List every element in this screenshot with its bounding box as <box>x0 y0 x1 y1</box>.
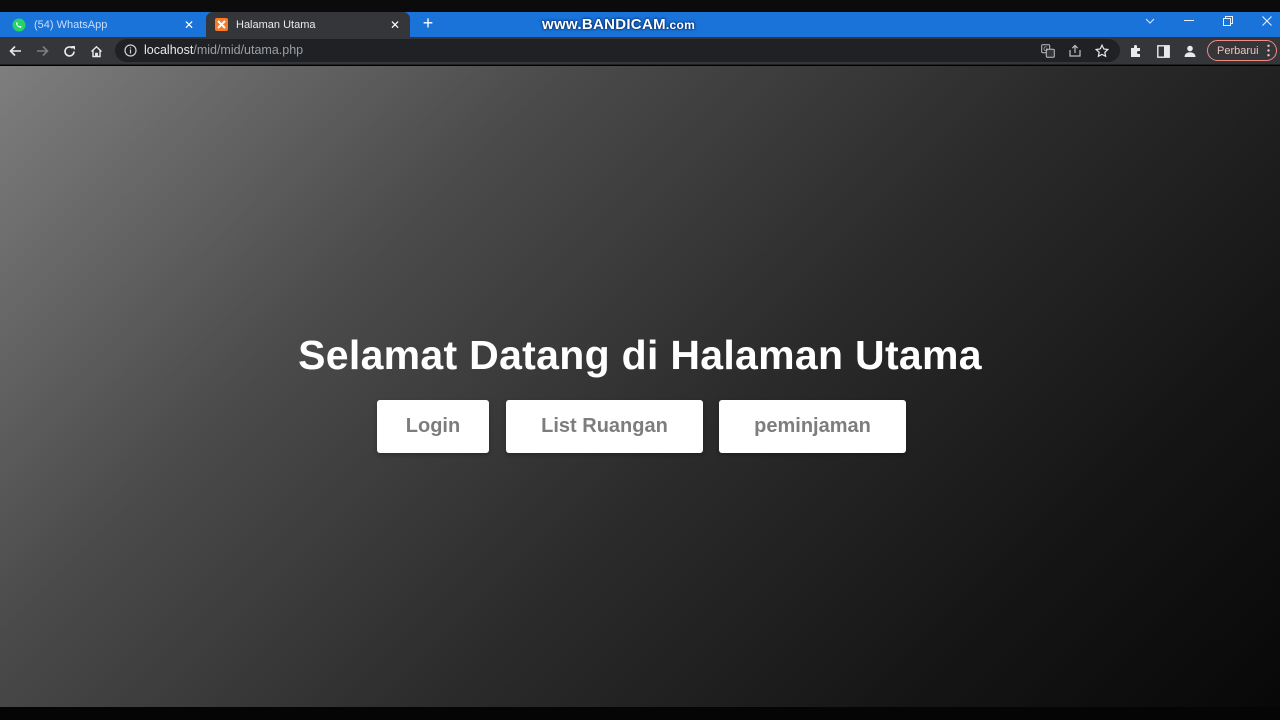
close-tab-icon[interactable]: ✕ <box>388 18 402 32</box>
profile-avatar-icon[interactable] <box>1182 43 1198 59</box>
home-icon <box>90 45 102 57</box>
home-button[interactable] <box>86 41 106 61</box>
address-bar[interactable]: localhost/mid/mid/utama.php G <box>115 39 1120 62</box>
update-button-label: Perbarui <box>1217 44 1259 57</box>
share-icon[interactable] <box>1068 44 1082 58</box>
back-button[interactable] <box>5 41 25 61</box>
svg-text:G: G <box>1043 46 1048 53</box>
close-window-button[interactable] <box>1249 12 1280 30</box>
close-icon <box>1262 16 1272 26</box>
side-panel-icon[interactable] <box>1155 43 1171 59</box>
screen-top-border <box>0 0 1280 12</box>
new-tab-button[interactable]: + <box>418 12 438 37</box>
page-title: Selamat Datang di Halaman Utama <box>298 332 982 378</box>
arrow-right-icon <box>36 45 49 57</box>
minimize-button[interactable] <box>1171 12 1207 30</box>
tab-halaman-utama[interactable]: Halaman Utama ✕ <box>206 12 410 37</box>
extensions-icon[interactable] <box>1128 43 1144 59</box>
list-ruangan-button[interactable]: List Ruangan <box>506 400 703 453</box>
login-button[interactable]: Login <box>377 400 489 453</box>
bookmark-star-icon[interactable] <box>1095 44 1109 58</box>
tab-whatsapp[interactable]: (54) WhatsApp ✕ <box>4 12 204 37</box>
peminjaman-button[interactable]: peminjaman <box>719 400 906 453</box>
minimize-icon <box>1184 20 1194 21</box>
update-button[interactable]: Perbarui <box>1207 40 1277 61</box>
xampp-icon <box>214 18 228 32</box>
screen-bottom-border <box>0 707 1280 720</box>
chevron-down-icon <box>1145 18 1155 24</box>
whatsapp-icon <box>12 18 26 32</box>
reload-icon <box>63 45 75 57</box>
more-vertical-icon <box>1267 44 1270 57</box>
forward-button[interactable] <box>32 41 52 61</box>
tab-search-button[interactable] <box>1132 12 1168 30</box>
tab-strip: (54) WhatsApp ✕ Halaman Utama ✕ + www.BA… <box>0 12 1280 37</box>
arrow-left-icon <box>8 45 21 57</box>
browser-toolbar: localhost/mid/mid/utama.php G Perbarui <box>0 37 1280 65</box>
url-text[interactable]: localhost/mid/mid/utama.php <box>144 39 303 62</box>
page-viewport: Selamat Datang di Halaman Utama Login Li… <box>0 66 1280 707</box>
restore-icon <box>1223 16 1233 26</box>
close-tab-icon[interactable]: ✕ <box>182 18 196 32</box>
tab-title: (54) WhatsApp <box>34 18 108 31</box>
reload-button[interactable] <box>59 41 79 61</box>
restore-button[interactable] <box>1210 12 1246 30</box>
info-icon[interactable] <box>124 44 137 57</box>
tab-title: Halaman Utama <box>236 18 316 31</box>
bandicam-watermark: www.BANDICAM.com <box>542 16 696 33</box>
translate-icon[interactable]: G <box>1041 44 1055 58</box>
